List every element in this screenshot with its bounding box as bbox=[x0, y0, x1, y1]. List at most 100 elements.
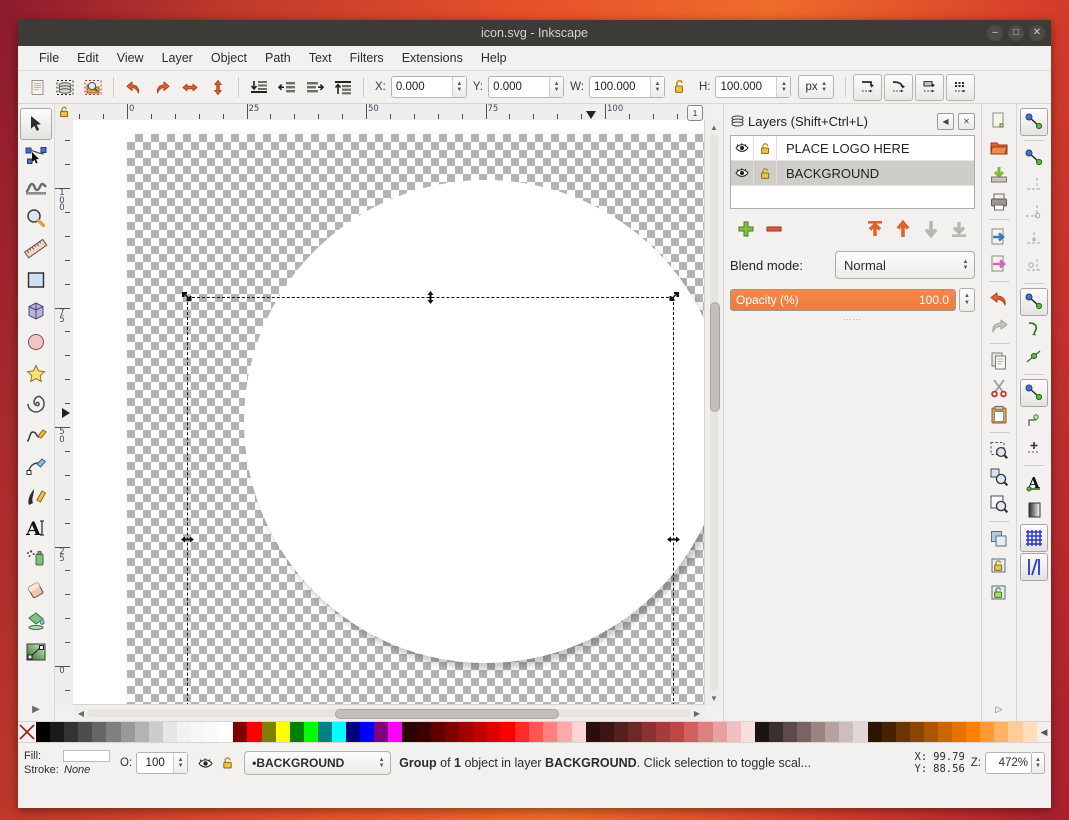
palette-swatch[interactable] bbox=[303, 722, 318, 742]
menu-text[interactable]: Text bbox=[300, 49, 341, 67]
layer-lock-toggle[interactable] bbox=[754, 161, 777, 185]
snap-grid-toggle[interactable] bbox=[1020, 524, 1048, 552]
y-stepper[interactable]: ▲ ▼ bbox=[549, 77, 564, 97]
zoom-control[interactable]: Z: 472% ▲ ▼ bbox=[971, 752, 1045, 774]
bezier-tool[interactable] bbox=[21, 451, 51, 481]
lower-icon[interactable] bbox=[274, 74, 300, 100]
x-input[interactable] bbox=[391, 77, 452, 97]
handle-e[interactable] bbox=[667, 533, 680, 546]
palette-swatch[interactable] bbox=[797, 722, 812, 742]
blend-mode-select[interactable]: Normal ▲ ▼ bbox=[835, 251, 975, 279]
zoom-value[interactable]: 472% bbox=[985, 752, 1032, 774]
palette-swatch[interactable] bbox=[388, 722, 403, 742]
hscroll-thumb[interactable] bbox=[335, 709, 559, 719]
palette-swatch[interactable] bbox=[247, 722, 262, 742]
palette-swatch[interactable] bbox=[938, 722, 953, 742]
layer-lock-icon[interactable] bbox=[221, 756, 235, 770]
palette-swatch[interactable] bbox=[78, 722, 93, 742]
palette-swatch[interactable] bbox=[1008, 722, 1023, 742]
affect-rounded-corners-icon[interactable] bbox=[883, 73, 913, 101]
snap-bounding-boxes-toggle[interactable] bbox=[1021, 145, 1047, 171]
open-icon[interactable] bbox=[986, 135, 1012, 161]
opacity-field[interactable]: ▲▼ bbox=[136, 752, 189, 774]
horizontal-ruler[interactable]: 0 25 50 75 100 bbox=[73, 104, 705, 121]
height-input[interactable] bbox=[716, 77, 777, 97]
layer-visibility-icon[interactable] bbox=[198, 757, 213, 770]
save-icon[interactable] bbox=[986, 162, 1012, 188]
snap-cusp-nodes-toggle[interactable] bbox=[1020, 379, 1048, 407]
paintbucket-tool[interactable] bbox=[21, 606, 51, 636]
palette-swatch[interactable] bbox=[754, 722, 769, 742]
scroll-right-icon[interactable]: ▶ bbox=[692, 708, 702, 718]
affect-patterns-icon[interactable] bbox=[945, 73, 975, 101]
menu-filters[interactable]: Filters bbox=[341, 49, 393, 67]
drawing-canvas[interactable] bbox=[73, 120, 705, 705]
menu-object[interactable]: Object bbox=[202, 49, 256, 67]
maximize-button[interactable]: □ bbox=[1008, 25, 1024, 41]
opacity-input[interactable] bbox=[137, 753, 174, 773]
menu-file[interactable]: File bbox=[30, 49, 68, 67]
palette-swatch[interactable] bbox=[261, 722, 276, 742]
palette-swatch[interactable] bbox=[627, 722, 643, 742]
palette-swatch[interactable] bbox=[895, 722, 910, 742]
affect-gradients-icon[interactable] bbox=[914, 73, 944, 101]
palette-swatch[interactable] bbox=[317, 722, 332, 742]
affect-transforms-icon[interactable] bbox=[852, 73, 882, 101]
spray-tool[interactable] bbox=[21, 544, 51, 574]
group-icon[interactable] bbox=[986, 553, 1012, 579]
palette-swatch[interactable] bbox=[402, 722, 417, 742]
redo-icon[interactable] bbox=[149, 74, 175, 100]
close-icon[interactable]: ✕ bbox=[958, 112, 975, 130]
scroll-down-icon[interactable]: ▼ bbox=[709, 693, 719, 703]
zoom-page-icon[interactable] bbox=[986, 491, 1012, 517]
menu-layer[interactable]: Layer bbox=[153, 49, 202, 67]
snap-bbox-centers-toggle[interactable] bbox=[1021, 253, 1047, 279]
palette-swatch[interactable] bbox=[1022, 722, 1037, 742]
palette-swatch[interactable] bbox=[740, 722, 755, 742]
snap-midpoints-toggle[interactable] bbox=[1021, 435, 1047, 461]
palette-swatch[interactable] bbox=[853, 722, 868, 742]
palette-swatch[interactable] bbox=[642, 722, 657, 742]
palette-swatch[interactable] bbox=[923, 722, 938, 742]
palette-swatch[interactable] bbox=[120, 722, 135, 742]
palette-swatch[interactable] bbox=[980, 722, 995, 742]
spiral-tool[interactable] bbox=[21, 389, 51, 419]
star-tool[interactable] bbox=[21, 358, 51, 388]
palette-swatch[interactable] bbox=[458, 722, 473, 742]
palette-swatch[interactable] bbox=[543, 722, 558, 742]
calligraphy-tool[interactable] bbox=[21, 482, 51, 512]
export-icon[interactable] bbox=[986, 251, 1012, 277]
flip-horizontal-icon[interactable] bbox=[177, 74, 203, 100]
toolbox-overflow-arrow-icon[interactable]: ▶ bbox=[32, 704, 40, 715]
palette-swatch[interactable] bbox=[64, 722, 79, 742]
zoom-selection-icon[interactable] bbox=[986, 437, 1012, 463]
redo-icon[interactable] bbox=[986, 313, 1012, 339]
vertical-scrollbar[interactable]: ▲ ▼ bbox=[704, 120, 723, 705]
horizontal-scrollbar[interactable]: ◀ ▶ bbox=[73, 704, 705, 721]
menu-help[interactable]: Help bbox=[472, 49, 516, 67]
layer-visibility-toggle[interactable] bbox=[731, 136, 754, 160]
width-field[interactable]: ▲▼ bbox=[588, 76, 665, 98]
snap-nodes-paths-toggle[interactable] bbox=[1020, 288, 1048, 316]
enable-snapping-toggle[interactable] bbox=[1020, 108, 1048, 136]
handle-w[interactable] bbox=[181, 533, 194, 546]
palette-swatch[interactable] bbox=[487, 722, 502, 742]
none-swatch[interactable] bbox=[18, 722, 36, 742]
height-field[interactable]: ▲▼ bbox=[715, 76, 792, 98]
ruler-corner-lock-icon[interactable] bbox=[55, 104, 74, 121]
layer-row[interactable]: PLACE LOGO HERE bbox=[731, 136, 974, 161]
snap-bbox-edge-midpoints-toggle[interactable] bbox=[1021, 226, 1047, 252]
fill-stroke-indicator[interactable]: Fill: Stroke: None bbox=[24, 749, 110, 777]
palette-swatch[interactable] bbox=[444, 722, 459, 742]
raise-layer-icon[interactable] bbox=[889, 216, 917, 242]
flip-vertical-icon[interactable] bbox=[205, 74, 231, 100]
menu-view[interactable]: View bbox=[108, 49, 153, 67]
copy-icon[interactable] bbox=[986, 348, 1012, 374]
palette-swatch[interactable] bbox=[501, 722, 516, 742]
measure-tool[interactable] bbox=[21, 234, 51, 264]
palette-swatch[interactable] bbox=[994, 722, 1009, 742]
palette-swatch[interactable] bbox=[698, 722, 713, 742]
tweak-tool[interactable] bbox=[21, 172, 51, 202]
palette-swatch[interactable] bbox=[176, 722, 192, 742]
ungroup-icon[interactable] bbox=[986, 580, 1012, 606]
